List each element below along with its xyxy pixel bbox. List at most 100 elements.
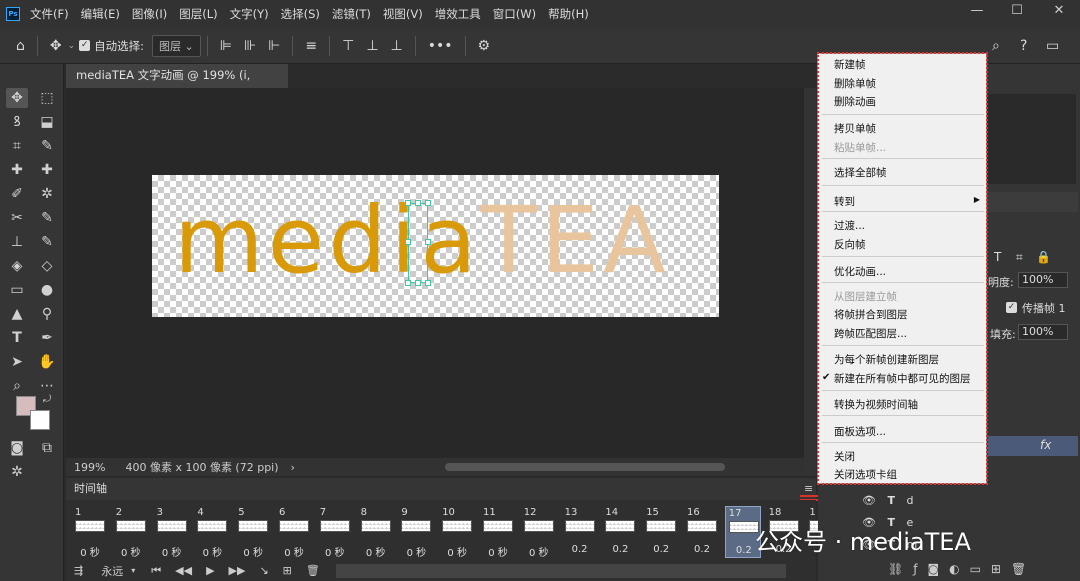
filter-type-icon[interactable]: T: [994, 250, 1001, 264]
frame-delay-dropdown[interactable]: 0 秒: [72, 544, 108, 559]
stamp-tool-icon[interactable]: ⊥: [6, 232, 28, 252]
menu-plugins[interactable]: 增效工具: [435, 6, 481, 22]
gear-icon[interactable]: ⚙: [478, 38, 491, 54]
menu-view[interactable]: 视图(V): [383, 6, 423, 22]
tween-icon[interactable]: ↘: [259, 564, 268, 577]
quick-mask-icon[interactable]: ◙: [6, 438, 28, 458]
distribute-icon[interactable]: ≡: [305, 38, 317, 54]
gradient-tool-icon[interactable]: ▭: [6, 280, 28, 300]
frame-delay-dropdown[interactable]: 0.2: [684, 544, 720, 555]
menu-window[interactable]: 窗口(W): [493, 6, 536, 22]
menu-item[interactable]: 关闭: [834, 449, 855, 464]
move-tool-icon[interactable]: ✥: [50, 38, 62, 54]
chevron-right-icon[interactable]: ›: [291, 461, 295, 474]
zoom-tool-icon[interactable]: ⌕: [6, 376, 28, 396]
animation-frame[interactable]: 12 0 秒: [521, 506, 557, 559]
first-frame-button[interactable]: ⏮: [151, 564, 161, 578]
animation-frame[interactable]: 6 0 秒: [276, 506, 312, 559]
workspace-icon[interactable]: ▭: [1046, 38, 1059, 54]
eyedropper-tool-icon[interactable]: ✎: [36, 136, 58, 156]
transform-handle[interactable]: [405, 200, 411, 206]
paint-bucket-icon[interactable]: ◈: [6, 256, 28, 276]
animation-frame[interactable]: 4 0 秒: [194, 506, 230, 559]
opacity-input[interactable]: 100%: [1018, 272, 1068, 288]
selected-layer-row[interactable]: fx: [988, 436, 1078, 456]
eraser-tool-icon[interactable]: ◇: [36, 256, 58, 276]
layers-footer-icons[interactable]: ⛓ƒ◙◐▭⊞🗑: [888, 562, 1036, 576]
frame-delay-dropdown[interactable]: 0 秒: [235, 544, 271, 559]
crop-tool-icon[interactable]: ⌗: [6, 136, 28, 156]
animation-frame[interactable]: 5 0 秒: [235, 506, 271, 559]
canvas[interactable]: mediaTEA: [152, 175, 719, 317]
bandage-icon[interactable]: ✚: [36, 160, 58, 180]
frame-delay-dropdown[interactable]: 0.2: [602, 544, 638, 555]
align-bottom-icon[interactable]: ⊥: [391, 38, 403, 54]
frame-delay-dropdown[interactable]: 0.2: [643, 544, 679, 555]
frame-delay-dropdown[interactable]: 0 秒: [276, 544, 312, 559]
menu-file[interactable]: 文件(F): [30, 6, 69, 22]
menu-item[interactable]: 跨帧匹配图层...: [834, 326, 907, 341]
frame-delay-dropdown[interactable]: 0 秒: [154, 544, 190, 559]
search-icon[interactable]: ⌕: [992, 38, 1000, 54]
brush-tool-icon[interactable]: ✐: [6, 184, 28, 204]
healing-brush-icon[interactable]: ✚: [6, 160, 28, 180]
animation-frame[interactable]: 11 0 秒: [480, 506, 516, 559]
animation-frame[interactable]: 8 0 秒: [358, 506, 394, 559]
menu-item[interactable]: 选择全部帧: [834, 165, 887, 180]
menu-item[interactable]: 删除单帧: [834, 76, 876, 91]
frame-delay-dropdown[interactable]: 0 秒: [439, 544, 475, 559]
more-options-button[interactable]: •••: [428, 38, 453, 54]
minimize-button[interactable]: —: [958, 0, 996, 24]
animation-frame[interactable]: 3 0 秒: [154, 506, 190, 559]
menu-layer[interactable]: 图层(L): [179, 6, 217, 22]
transform-handle[interactable]: [415, 280, 421, 286]
animation-frame[interactable]: 1 0 秒: [72, 506, 108, 559]
close-window-button[interactable]: ✕: [1040, 0, 1078, 24]
eye-icon[interactable]: 👁: [862, 494, 876, 507]
timeline-scrollbar[interactable]: [335, 563, 786, 578]
type-tool-icon[interactable]: T: [6, 328, 28, 348]
scissors-icon[interactable]: ✂: [6, 208, 28, 228]
frame-delay-dropdown[interactable]: 0 秒: [317, 544, 353, 559]
previous-frame-button[interactable]: ◀◀: [175, 564, 192, 577]
frame-delay-dropdown[interactable]: 0 秒: [358, 544, 394, 559]
transform-selection-box[interactable]: [405, 200, 431, 286]
content-aware-icon[interactable]: ✲: [36, 184, 58, 204]
help-icon[interactable]: ?: [1020, 38, 1027, 54]
lock-icon[interactable]: 🔒: [1036, 250, 1051, 264]
menu-item[interactable]: 反向帧: [834, 237, 866, 252]
menu-item[interactable]: 过渡...: [834, 218, 865, 233]
menu-item[interactable]: 将帧拼合到图层: [834, 307, 908, 322]
frame-delay-dropdown[interactable]: 0 秒: [398, 544, 434, 559]
animation-frame[interactable]: 16 0.2: [684, 506, 720, 558]
timeline-tab[interactable]: 时间轴 ≡: [66, 478, 816, 500]
lasso-tool-icon[interactable]: ꝸ: [6, 112, 28, 132]
menu-item[interactable]: 关闭选项卡组: [834, 467, 897, 482]
menu-item[interactable]: 转换为视频时间轴: [834, 397, 918, 412]
menu-item[interactable]: 优化动画...: [834, 264, 886, 279]
frame-delay-dropdown[interactable]: 0 秒: [480, 544, 516, 559]
history-brush-icon[interactable]: ✎: [36, 232, 58, 252]
play-button[interactable]: ▶: [206, 564, 214, 577]
transform-handle[interactable]: [405, 280, 411, 286]
animation-frame[interactable]: 9 0 秒: [398, 506, 434, 559]
transform-handle[interactable]: [405, 239, 411, 245]
dodge-tool-icon[interactable]: ⚲: [36, 304, 58, 324]
hand-tool-icon[interactable]: ✋: [36, 352, 58, 372]
chevron-down-icon[interactable]: ⌄: [68, 41, 76, 51]
chevron-down-icon[interactable]: ▾: [131, 566, 135, 575]
layer-row[interactable]: 👁 T d: [862, 494, 913, 507]
menu-item[interactable]: 拷贝单帧: [834, 121, 876, 136]
menu-select[interactable]: 选择(S): [281, 6, 320, 22]
align-middle-icon[interactable]: ⊥: [366, 38, 378, 54]
marquee-tool-icon[interactable]: ⬚: [36, 88, 58, 108]
propagate-frame-checkbox[interactable]: ✓: [1006, 302, 1017, 313]
auto-select-checkbox[interactable]: ✓: [79, 40, 91, 51]
animation-frame[interactable]: 14 0.2: [602, 506, 638, 558]
paint-brush-icon[interactable]: ✎: [36, 208, 58, 228]
align-right-icon[interactable]: ⊩: [268, 38, 280, 54]
object-select-tool-icon[interactable]: ⬓: [36, 112, 58, 132]
pen-tool-icon[interactable]: ✒: [36, 328, 58, 348]
move-tool-icon[interactable]: ✥: [6, 88, 28, 108]
transform-handle[interactable]: [425, 200, 431, 206]
